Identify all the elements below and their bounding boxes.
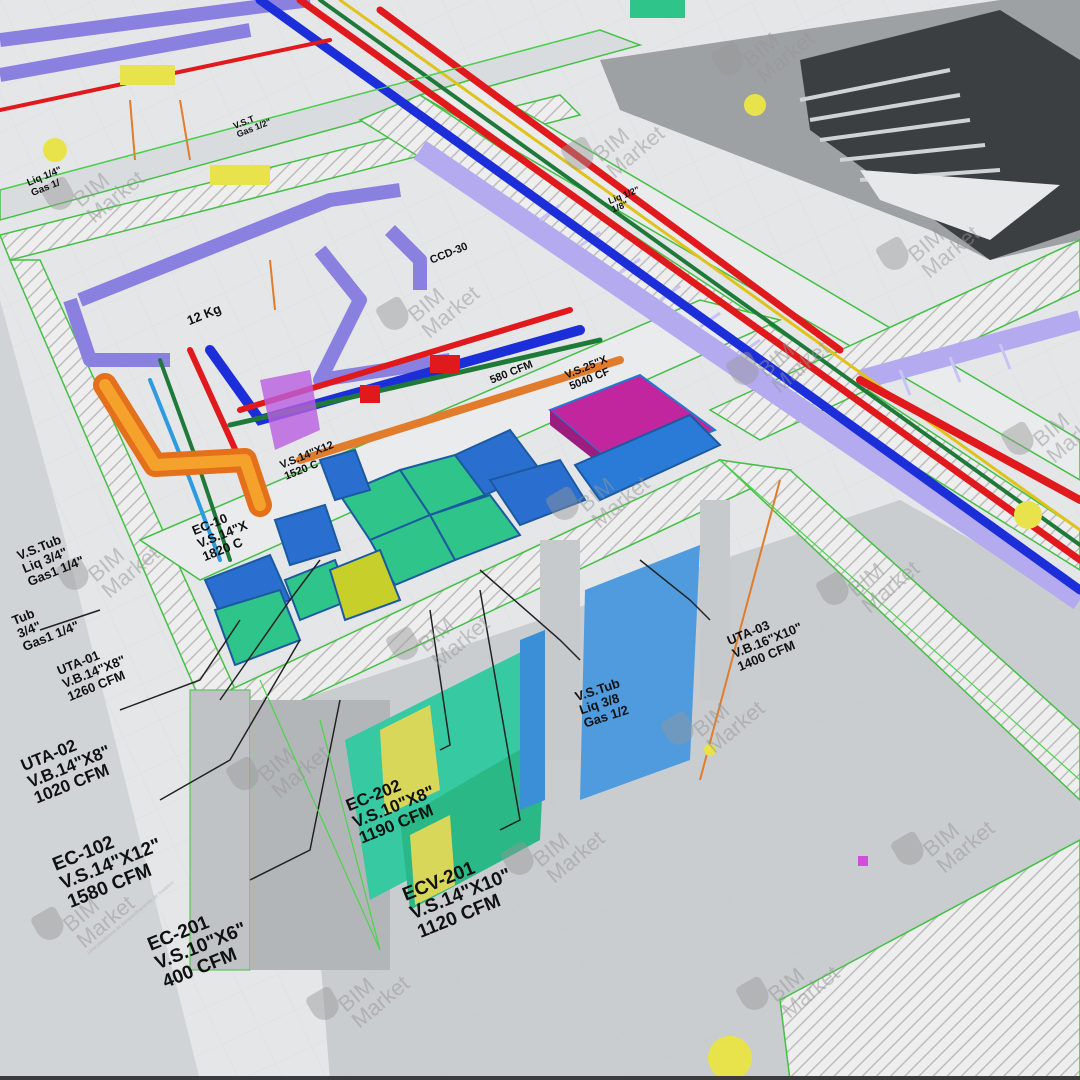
viewport-bottom-border [0, 1076, 1080, 1080]
bim-model-viewport[interactable]: BIM Market BIM Market BIM Market BIM Mar… [0, 0, 1080, 1080]
